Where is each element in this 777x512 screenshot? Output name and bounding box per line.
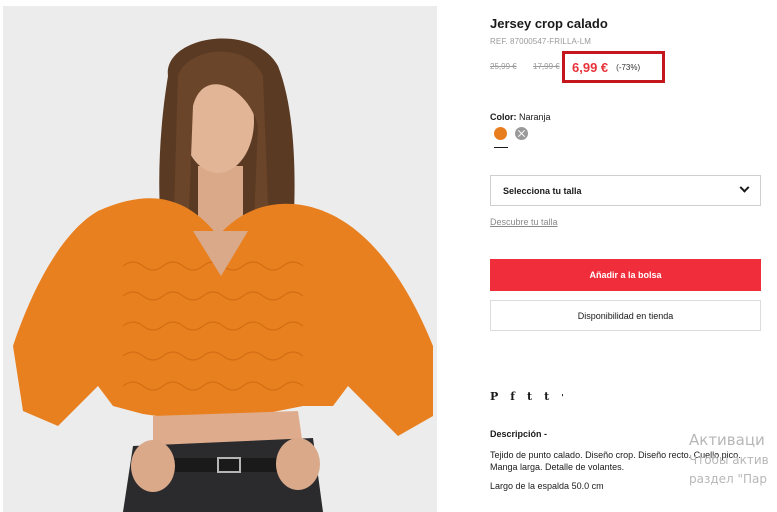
grey-swatch-unavailable[interactable] [515,127,528,140]
product-image[interactable] [3,6,437,512]
add-to-bag-button[interactable]: Añadir a la bolsa [490,259,761,291]
orange-swatch[interactable] [494,127,507,140]
current-price: 6,99 € [572,59,609,75]
tumblr-icon[interactable]: t [544,390,549,403]
product-reference: REF. 87000547-FRILLA-LM [490,37,592,46]
current-price-highlight: 6,99 € (-73%) [562,51,665,83]
original-price: 25,99 € [490,62,517,71]
color-selector-label: Color: Naranja [490,112,551,122]
twitter-icon[interactable]: t [527,390,532,403]
store-availability-button[interactable]: Disponibilidad en tienda [490,300,761,331]
size-select[interactable]: Selecciona tu talla [490,175,761,206]
chevron-down-icon [739,182,750,193]
description-measure: Largo de la espalda 50.0 cm [490,481,604,491]
activation-watermark: Активаци Чтобы актив раздел "Пар [689,431,769,486]
watermark-line-1: Активаци [689,431,765,449]
color-value: Naranja [519,112,551,122]
previous-sale-price: 17,99 € [533,62,560,71]
product-title: Jersey crop calado [490,16,608,31]
selected-swatch-indicator [494,147,508,148]
discount-badge: (-73%) [616,62,641,72]
size-guide-link[interactable]: Descubre tu talla [490,217,558,227]
color-label: Color: [490,112,517,122]
size-select-label: Selecciona tu talla [503,185,582,196]
pinterest-icon[interactable]: P [490,390,498,403]
more-icon[interactable]: ' [561,392,563,402]
facebook-icon[interactable]: f [510,390,515,403]
watermark-line-2: Чтобы актив [689,453,769,467]
description-title[interactable]: Descripción - [490,429,547,439]
share-icons: P f t t ' [490,390,564,403]
watermark-line-3: раздел "Пар [689,472,768,486]
